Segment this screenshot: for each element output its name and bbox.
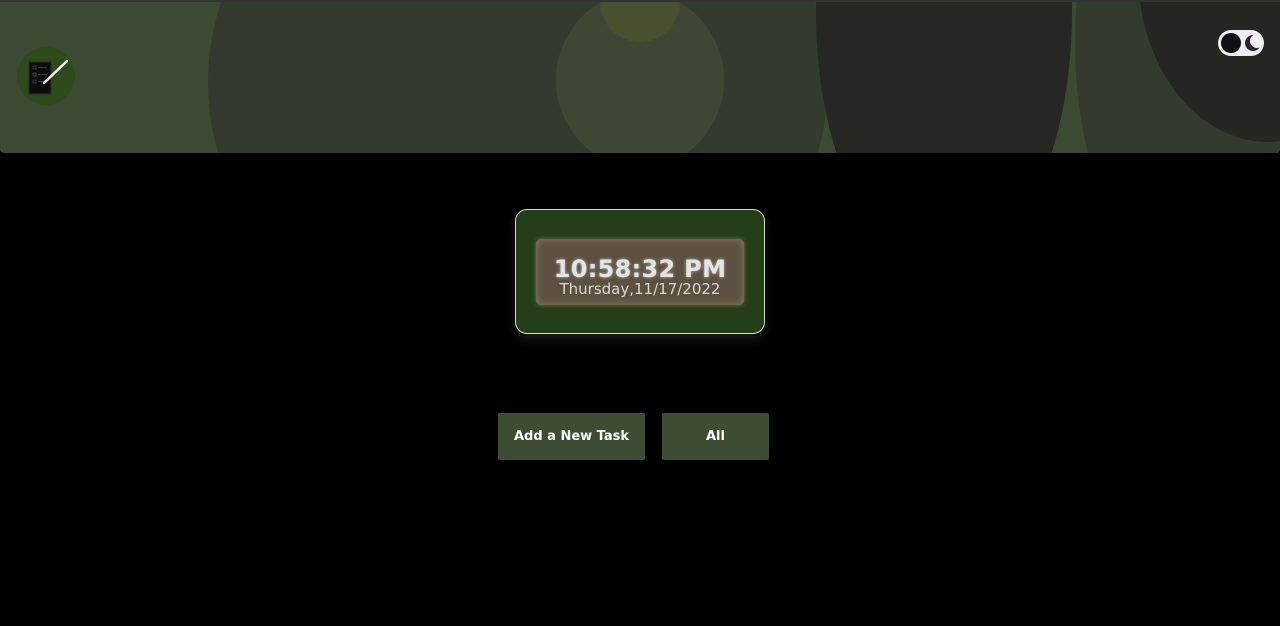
- decorative-circle: [208, 2, 828, 153]
- decorative-circle: [816, 2, 1072, 153]
- clock-card: 10:58:32 PM Thursday,11/17/2022: [515, 209, 765, 334]
- app-logo[interactable]: [17, 47, 75, 105]
- moon-icon: [1245, 34, 1261, 51]
- add-task-button[interactable]: Add a New Task: [498, 413, 645, 460]
- filter-all-button[interactable]: All: [662, 413, 769, 460]
- header-banner: [0, 0, 1280, 153]
- clock-date: Thursday,11/17/2022: [559, 280, 721, 298]
- clock-display: 10:58:32 PM Thursday,11/17/2022: [536, 239, 744, 305]
- toggle-knob: [1221, 33, 1241, 53]
- task-list-pen-icon: [28, 59, 68, 95]
- clock-time: 10:58:32 PM: [553, 255, 727, 283]
- theme-toggle[interactable]: [1218, 30, 1264, 56]
